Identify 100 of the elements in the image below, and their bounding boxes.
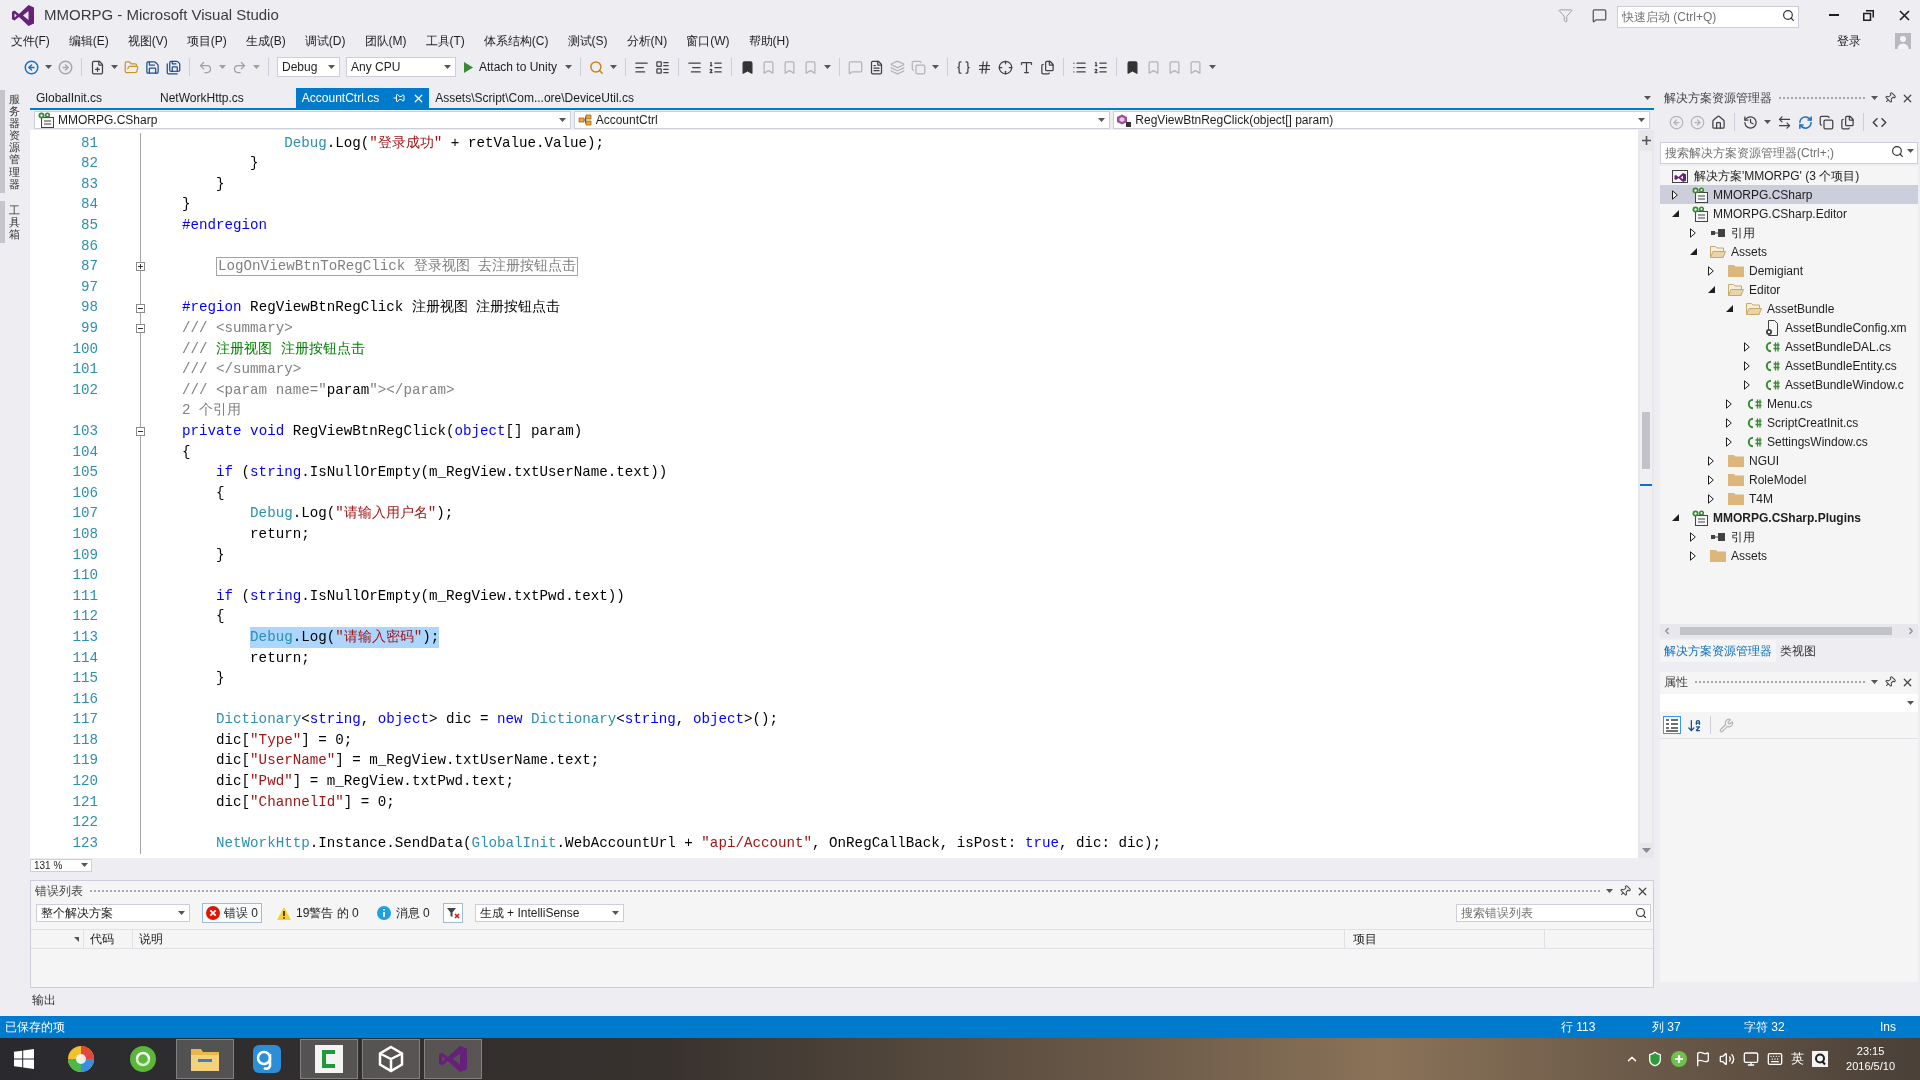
caret-icon[interactable] bbox=[178, 911, 185, 915]
expanded-arrow-icon[interactable] bbox=[1671, 514, 1679, 521]
vertical-scrollbar[interactable] bbox=[1640, 151, 1652, 843]
taskbar-button[interactable] bbox=[300, 1039, 358, 1079]
caret-icon[interactable] bbox=[444, 65, 451, 69]
collapsed-arrow-icon[interactable] bbox=[1708, 455, 1714, 466]
menu-item[interactable]: 文件(F) bbox=[1, 30, 60, 52]
caret-icon[interactable] bbox=[1638, 118, 1645, 122]
back-icon[interactable] bbox=[24, 59, 39, 75]
clock-date[interactable]: 2016/5/10 bbox=[1846, 1059, 1895, 1074]
search-icon[interactable] bbox=[1891, 144, 1904, 158]
column-header[interactable]: 代码 bbox=[90, 930, 114, 948]
tree-item[interactable]: 解决方案'MMORPG' (3 个项目) bbox=[1660, 166, 1918, 185]
tree-item[interactable]: SettingsWindow.cs bbox=[1660, 432, 1918, 451]
reference-count-link[interactable]: 2 个引用 bbox=[182, 400, 242, 422]
caret-icon[interactable] bbox=[45, 65, 52, 69]
column-header[interactable]: 项目 bbox=[1353, 930, 1377, 948]
menu-item[interactable]: 工具(T) bbox=[416, 30, 475, 52]
tree-item[interactable]: RoleModel bbox=[1660, 470, 1918, 489]
collapsed-arrow-icon[interactable] bbox=[1744, 379, 1750, 390]
copy-icon[interactable] bbox=[1819, 114, 1834, 130]
expanded-arrow-icon[interactable] bbox=[1707, 286, 1715, 293]
plus-circle-icon[interactable] bbox=[1671, 1051, 1688, 1067]
collapsed-arrow-icon[interactable] bbox=[1744, 341, 1750, 352]
fold-plus-icon[interactable] bbox=[136, 262, 145, 272]
two-way-arrows-icon[interactable] bbox=[1777, 114, 1792, 130]
search-field[interactable]: 搜索错误列表 bbox=[1456, 904, 1651, 922]
messages-filter-button[interactable]: 消息 0 bbox=[373, 903, 433, 923]
platform-dropdown[interactable]: Any CPU bbox=[346, 57, 456, 77]
plus-icon[interactable] bbox=[1641, 136, 1651, 145]
output-tab[interactable]: 输出 bbox=[30, 991, 58, 1009]
refresh-icon[interactable] bbox=[1798, 114, 1813, 130]
flag-icon[interactable] bbox=[1695, 1051, 1712, 1067]
magnifier-tile-icon[interactable] bbox=[1812, 1051, 1829, 1067]
pin-icon[interactable] bbox=[393, 92, 406, 104]
caret-icon[interactable] bbox=[1871, 680, 1878, 684]
caret-icon[interactable] bbox=[558, 118, 566, 122]
save-icon[interactable] bbox=[145, 59, 160, 75]
sort-indicator-icon[interactable] bbox=[74, 936, 79, 942]
hash-icon[interactable] bbox=[977, 59, 993, 75]
list-icon[interactable] bbox=[1072, 59, 1088, 75]
speech-bubble-icon[interactable] bbox=[1592, 7, 1607, 23]
class-dropdown[interactable]: AccountCtrl bbox=[573, 111, 1111, 129]
history-icon[interactable] bbox=[1743, 114, 1758, 130]
keyboard-icon[interactable] bbox=[1767, 1051, 1784, 1067]
tree-item[interactable]: NGUI bbox=[1660, 451, 1918, 470]
tree-item[interactable]: 引用 bbox=[1660, 527, 1918, 546]
expanded-arrow-icon[interactable] bbox=[1725, 305, 1733, 312]
collapsed-arrow-icon[interactable] bbox=[1690, 227, 1696, 238]
expanded-arrow-icon[interactable] bbox=[1689, 248, 1697, 255]
scroll-down-icon[interactable] bbox=[1641, 848, 1651, 853]
warnings-filter-button[interactable]: 19警告 的 0 bbox=[274, 903, 362, 923]
tree-item[interactable]: Assets bbox=[1660, 242, 1918, 261]
collapsed-arrow-icon[interactable] bbox=[1744, 360, 1750, 371]
caret-icon[interactable] bbox=[1098, 118, 1106, 122]
monitor-icon[interactable] bbox=[1743, 1051, 1760, 1067]
tree-item[interactable]: ScriptCreatInit.cs bbox=[1660, 413, 1918, 432]
tree-item[interactable]: Demigiant bbox=[1660, 261, 1918, 280]
source-dropdown[interactable]: 生成 + IntelliSense bbox=[474, 904, 624, 922]
caret-icon[interactable] bbox=[111, 65, 118, 69]
collapsed-arrow-icon[interactable] bbox=[1672, 189, 1678, 200]
braces-icon[interactable] bbox=[956, 59, 972, 75]
save-all-icon[interactable] bbox=[166, 59, 181, 75]
bookmark-icon[interactable] bbox=[740, 59, 756, 75]
numbered-list-icon[interactable] bbox=[708, 59, 724, 75]
errors-filter-button[interactable]: 错误 0 bbox=[202, 903, 262, 923]
zoom-dropdown[interactable]: 131 % bbox=[30, 858, 92, 872]
files-icon[interactable] bbox=[1840, 114, 1855, 130]
menu-item[interactable]: 分析(N) bbox=[617, 30, 677, 52]
align-left-icon[interactable] bbox=[634, 59, 650, 75]
clock-time[interactable]: 23:15 bbox=[1856, 1044, 1885, 1059]
scrollbar-thumb[interactable] bbox=[1642, 412, 1650, 469]
tree-item[interactable]: MMORPG.CSharp.Editor bbox=[1660, 204, 1918, 223]
collapsed-arrow-icon[interactable] bbox=[1726, 436, 1732, 447]
menu-item[interactable]: 测试(S) bbox=[558, 30, 617, 52]
menu-item[interactable]: 窗口(W) bbox=[676, 30, 739, 52]
tree-item[interactable]: T4M bbox=[1660, 489, 1918, 508]
scope-dropdown[interactable]: 整个解决方案 bbox=[36, 904, 190, 922]
list-icon[interactable] bbox=[655, 59, 671, 75]
align-right-icon[interactable] bbox=[687, 59, 703, 75]
home-icon[interactable] bbox=[1711, 114, 1726, 130]
start-debugging-button[interactable]: Attach to Unity bbox=[462, 57, 560, 77]
text-icon[interactable] bbox=[1019, 59, 1035, 75]
configuration-dropdown[interactable]: Debug bbox=[277, 57, 340, 77]
scrollbar-thumb[interactable] bbox=[1680, 627, 1892, 635]
collapsed-arrow-icon[interactable] bbox=[1690, 550, 1696, 561]
caret-icon[interactable] bbox=[932, 65, 940, 69]
search-icon[interactable] bbox=[1635, 907, 1647, 919]
document-tab[interactable]: NetWorkHttp.cs bbox=[154, 88, 296, 108]
collapsed-arrow-icon[interactable] bbox=[1708, 493, 1714, 504]
caret-icon[interactable] bbox=[565, 65, 573, 69]
collapsed-arrow-icon[interactable] bbox=[1708, 474, 1714, 485]
caret-icon[interactable] bbox=[1209, 65, 1217, 69]
collapsed-arrow-icon[interactable] bbox=[1726, 417, 1732, 428]
windows-logo-icon[interactable] bbox=[14, 1049, 34, 1069]
numbered-list-icon[interactable] bbox=[1093, 59, 1109, 75]
list-view-icon[interactable] bbox=[1663, 716, 1681, 734]
panel-tab[interactable]: 类视图 bbox=[1776, 640, 1820, 662]
speaker-icon[interactable] bbox=[1719, 1051, 1736, 1067]
sign-in-link[interactable]: 登录 bbox=[1837, 32, 1861, 50]
